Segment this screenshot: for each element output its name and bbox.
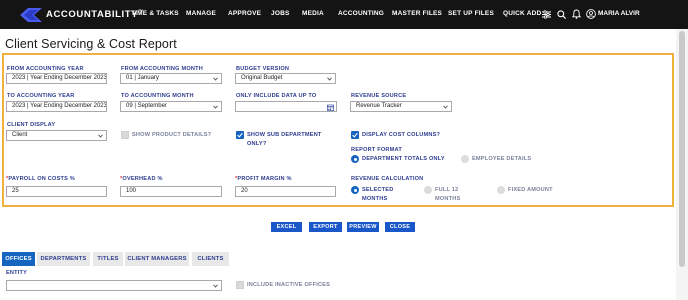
nav-media[interactable]: MEDIA <box>302 10 324 17</box>
nav-manage[interactable]: MANAGE <box>186 10 216 17</box>
from-month-label: FROM ACCOUNTING MONTH <box>121 66 203 72</box>
report-format-label: REPORT FORMAT <box>351 147 402 153</box>
entity-select[interactable] <box>6 280 222 291</box>
overhead-value: 100 <box>126 188 137 194</box>
payroll-on-costs-label: *PAYROLL ON COSTS % <box>6 176 75 182</box>
revenue-source-label: REVENUE SOURCE <box>351 93 407 99</box>
profit-margin-label: *PROFIT MARGIN % <box>235 176 292 182</box>
from-year-value: 2023 | Year Ending December 2023 <box>12 75 107 81</box>
nav-approve[interactable]: APPROVE <box>228 10 261 17</box>
revenue-calc-fixed-amount-label: FIXED AMOUNT <box>508 187 553 193</box>
from-year-label: FROM ACCOUNTING YEAR <box>7 66 84 72</box>
user-name[interactable]: MARIA ALVIR <box>598 10 640 17</box>
page-title: Client Servicing & Cost Report <box>5 37 177 51</box>
logo-mark-icon <box>20 7 42 22</box>
chevron-down-icon <box>443 105 448 109</box>
profit-margin-input[interactable]: 20 <box>235 186 336 197</box>
revenue-calc-full-12-months-label-line1: FULL 12 <box>435 187 459 193</box>
chevron-down-icon <box>213 105 218 109</box>
revenue-calc-full-12-months-radio[interactable] <box>424 186 432 194</box>
from-month-value: 01 | January <box>126 75 159 81</box>
nav-master-files[interactable]: MASTER FILES <box>392 10 442 17</box>
tab-client-managers[interactable]: CLIENT MANAGERS <box>125 252 189 266</box>
revenue-calc-selected-months-radio[interactable] <box>351 186 359 194</box>
calendar-icon[interactable] <box>327 104 334 111</box>
preview-button[interactable]: PREVIEW <box>347 222 379 232</box>
to-month-value: 09 | September <box>126 103 167 109</box>
chevron-down-icon <box>213 77 218 81</box>
bell-icon[interactable] <box>570 8 582 20</box>
report-format-department-radio[interactable] <box>351 155 359 163</box>
budget-version-label: BUDGET VERSION <box>236 66 290 72</box>
overhead-input[interactable]: 100 <box>120 186 222 197</box>
close-button[interactable]: CLOSE <box>385 222 415 232</box>
checkmark-icon <box>237 132 243 138</box>
client-display-value: Client <box>12 132 28 138</box>
show-sub-department-label-line2: ONLY? <box>247 141 267 147</box>
nav-jobs[interactable]: JOBS <box>271 10 290 17</box>
search-icon[interactable] <box>555 8 567 20</box>
revenue-calculation-label: REVENUE CALCULATION <box>351 176 424 182</box>
to-year-select[interactable]: 2023 | Year Ending December 2023 <box>6 101 107 112</box>
overhead-label: *OVERHEAD % <box>120 176 163 182</box>
excel-button[interactable]: EXCEL <box>271 222 302 232</box>
to-month-label: TO ACCOUNTING MONTH <box>121 93 194 99</box>
report-format-employee-radio[interactable] <box>461 155 469 163</box>
profit-margin-value: 20 <box>241 188 248 194</box>
sliders-icon[interactable] <box>540 8 552 20</box>
client-display-select[interactable]: Client <box>6 130 107 141</box>
logo-text: ACCOUNTABILITY™ <box>46 9 144 20</box>
from-year-select[interactable]: 2023 | Year Ending December 2023 <box>6 73 107 84</box>
display-cost-columns-label: DISPLAY COST COLUMNS? <box>362 132 441 138</box>
revenue-source-value: Revenue Tracker <box>356 103 402 109</box>
export-button[interactable]: EXPORT <box>309 222 342 232</box>
top-nav-bar: ACCOUNTABILITY™ TIME & TASKS MANAGE APPR… <box>0 0 688 29</box>
revenue-calc-fixed-amount-radio[interactable] <box>497 186 505 194</box>
checkmark-icon <box>352 132 358 138</box>
revenue-calc-selected-months-label-line2: MONTHS <box>362 196 388 202</box>
payroll-on-costs-input[interactable]: 25 <box>6 186 107 197</box>
tab-departments[interactable]: DEPARTMENTS <box>37 252 90 266</box>
entity-label: ENTITY <box>6 270 28 276</box>
nav-time-tasks[interactable]: TIME & TASKS <box>131 10 179 17</box>
chevron-down-icon <box>98 134 103 138</box>
chevron-down-icon <box>213 284 218 288</box>
client-display-label: CLIENT DISPLAY <box>7 122 56 128</box>
vertical-scrollbar[interactable] <box>676 29 688 300</box>
include-inactive-offices-label: INCLUDE INACTIVE OFFICES <box>247 282 331 288</box>
revenue-source-select[interactable]: Revenue Tracker <box>350 101 452 112</box>
to-year-label: TO ACCOUNTING YEAR <box>7 93 75 99</box>
nav-set-up-files[interactable]: SET UP FILES <box>448 10 494 17</box>
data-up-to-date-input[interactable] <box>235 101 337 112</box>
nav-accounting[interactable]: ACCOUNTING <box>338 10 384 17</box>
scrollbar-thumb[interactable] <box>679 31 685 267</box>
display-cost-columns-checkbox[interactable] <box>351 131 359 139</box>
show-sub-department-label-line1: SHOW SUB DEPARTMENT <box>247 132 322 138</box>
report-format-employee-label: EMPLOYEE DETAILS <box>472 156 532 162</box>
report-format-department-label: DEPARTMENT TOTALS ONLY <box>362 156 445 162</box>
data-up-to-label: ONLY INCLUDE DATA UP TO <box>236 93 317 99</box>
revenue-calc-selected-months-label-line1: SELECTED <box>362 187 394 193</box>
user-circle-icon[interactable] <box>585 8 597 20</box>
tab-clients[interactable]: CLIENTS <box>192 252 229 266</box>
to-year-value: 2023 | Year Ending December 2023 <box>12 103 107 109</box>
revenue-calc-full-12-months-label-line2: MONTHS <box>435 196 461 202</box>
include-inactive-offices-checkbox[interactable] <box>236 281 244 289</box>
from-month-select[interactable]: 01 | January <box>120 73 222 84</box>
budget-version-value: Original Budget <box>241 75 283 81</box>
show-product-details-label: SHOW PRODUCT DETAILS? <box>132 132 212 138</box>
app-logo[interactable]: ACCOUNTABILITY™ <box>20 6 144 23</box>
budget-version-select[interactable]: Original Budget <box>235 73 336 84</box>
tab-titles[interactable]: TITLES <box>93 252 123 266</box>
show-product-details-checkbox[interactable] <box>121 131 129 139</box>
show-sub-department-checkbox[interactable] <box>236 131 244 139</box>
payroll-on-costs-value: 25 <box>12 188 19 194</box>
chevron-down-icon <box>327 77 332 81</box>
nav-quick-add[interactable]: QUICK ADD <box>503 10 541 17</box>
to-month-select[interactable]: 09 | September <box>120 101 222 112</box>
tab-offices[interactable]: OFFICES <box>2 252 35 266</box>
